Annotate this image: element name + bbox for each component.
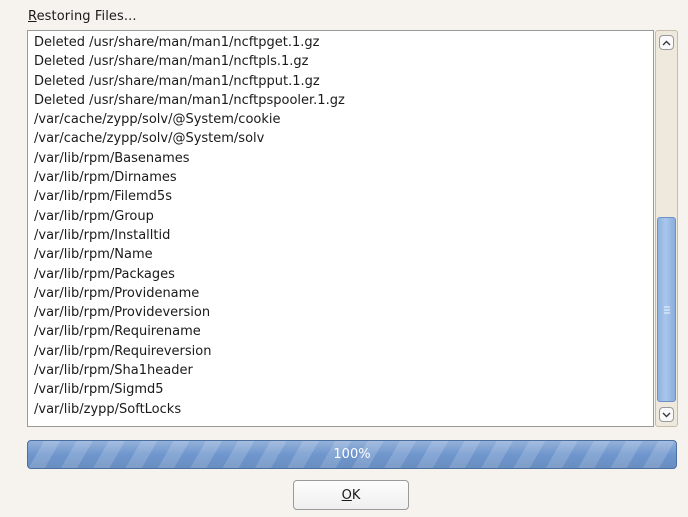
dialog-title: Restoring Files... — [28, 9, 137, 24]
title-mnemonic: R — [28, 9, 37, 24]
progress-bar: 100% — [27, 440, 677, 469]
log-line: /var/cache/zypp/solv/@System/cookie — [34, 112, 281, 128]
chevron-down-icon — [662, 412, 671, 417]
ok-mnemonic: O — [341, 487, 352, 503]
log-line: /var/lib/rpm/Group — [34, 208, 154, 224]
log-line: Deleted /usr/share/man/man1/ncftpput.1.g… — [34, 73, 320, 89]
log-line: /var/lib/rpm/Sha1header — [34, 363, 193, 379]
restore-log-list[interactable]: Deleted /usr/share/man/man1/ncftpget.1.g… — [27, 30, 654, 427]
log-line: /var/lib/rpm/Filemd5s — [34, 189, 172, 205]
log-line: /var/lib/zypp/SoftLocks — [34, 401, 182, 417]
log-line: /var/lib/rpm/Requirename — [34, 324, 201, 340]
ok-button[interactable]: OK — [293, 480, 409, 510]
scroll-up-button[interactable] — [659, 35, 674, 50]
log-line: /var/lib/rpm/Dirnames — [34, 170, 177, 186]
log-line: Deleted /usr/share/man/man1/ncftpget.1.g… — [34, 35, 320, 50]
log-line: /var/lib/rpm/Installtid — [34, 227, 171, 243]
log-lines: Deleted /usr/share/man/man1/ncftpget.1.g… — [34, 33, 345, 419]
scroll-down-button[interactable] — [659, 407, 674, 422]
log-line: /var/lib/rpm/Provideversion — [34, 305, 211, 321]
ok-label: K — [351, 487, 361, 503]
log-line: /var/lib/rpm/Providename — [34, 285, 200, 301]
grip-icon — [663, 304, 670, 315]
log-scrollbar[interactable] — [655, 30, 678, 427]
chevron-up-icon — [662, 40, 671, 45]
log-line: Deleted /usr/share/man/man1/ncftpspooler… — [34, 92, 345, 108]
scroll-thumb[interactable] — [657, 217, 676, 402]
log-line: /var/lib/rpm/Name — [34, 247, 153, 263]
title-text: estoring Files... — [36, 9, 137, 24]
log-line: /var/cache/zypp/solv/@System/solv — [34, 131, 265, 147]
progress-label: 100% — [333, 447, 371, 462]
log-line: Deleted /usr/share/man/man1/ncftpls.1.gz — [34, 54, 309, 70]
log-line: /var/lib/rpm/Packages — [34, 266, 175, 282]
log-line: /var/lib/rpm/Basenames — [34, 150, 190, 166]
log-line: /var/lib/rpm/Sigmd5 — [34, 382, 164, 398]
log-line: /var/lib/rpm/Requireversion — [34, 343, 212, 359]
